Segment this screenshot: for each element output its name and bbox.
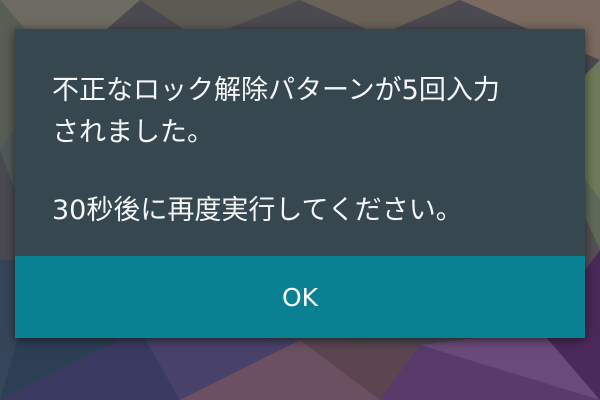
dialog-message-line: 不正なロック解除パターンが5回入力 bbox=[52, 75, 500, 106]
dialog-message-line: されました。 bbox=[52, 117, 214, 148]
dialog-message-line: 30秒後に再度実行してください。 bbox=[52, 195, 463, 226]
dialog-message-area: 不正なロック解除パターンが5回入力 されました。 30秒後に再度実行してください… bbox=[15, 29, 585, 256]
ok-button[interactable]: OK bbox=[15, 256, 585, 338]
alert-dialog: 不正なロック解除パターンが5回入力 されました。 30秒後に再度実行してください… bbox=[15, 29, 585, 338]
